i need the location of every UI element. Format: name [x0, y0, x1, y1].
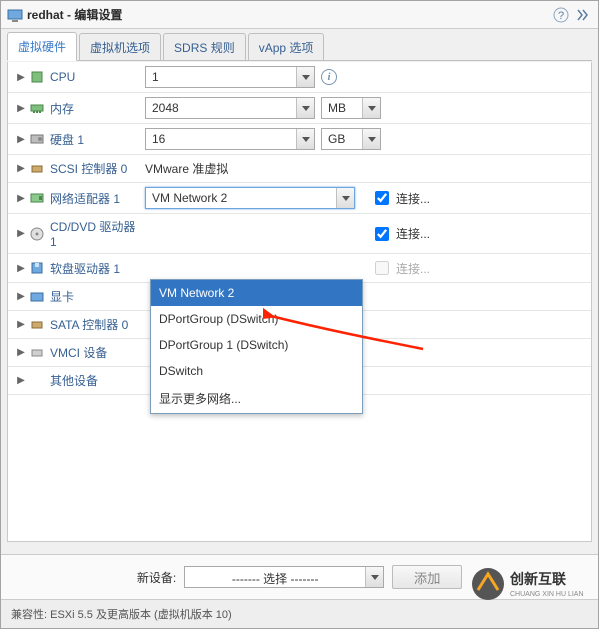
- vmci-label: VMCI 设备: [50, 344, 145, 361]
- disk-size-input[interactable]: 16: [145, 128, 315, 150]
- tab-vapp-options[interactable]: vApp 选项: [248, 33, 325, 61]
- info-icon[interactable]: i: [321, 69, 337, 85]
- cd-icon: [28, 226, 46, 242]
- cd-connect-checkbox[interactable]: 连接...: [371, 224, 430, 244]
- expander[interactable]: ▶: [14, 228, 28, 239]
- row-scsi: ▶ SCSI 控制器 0 VMware 准虚拟: [8, 155, 591, 183]
- compatibility-text: 兼容性: ESXi 5.5 及更高版本 (虚拟机版本 10): [1, 599, 598, 628]
- expander[interactable]: ▶: [14, 163, 28, 174]
- expander[interactable]: ▶: [14, 263, 28, 274]
- row-network: ▶ 网络适配器 1 VM Network 2 连接...: [8, 183, 591, 214]
- tab-vm-options[interactable]: 虚拟机选项: [79, 33, 161, 61]
- dropdown-item[interactable]: DPortGroup 1 (DSwitch): [151, 332, 362, 358]
- expander[interactable]: ▶: [14, 134, 28, 145]
- network-connect-checkbox[interactable]: 连接...: [371, 188, 430, 208]
- scsi-value: VMware 准虚拟: [145, 160, 228, 177]
- memory-icon: [28, 100, 46, 116]
- svg-text:?: ?: [558, 10, 564, 22]
- new-device-row: 新设备: ------- 选择 ------- 添加: [1, 554, 598, 599]
- footer: 新设备: ------- 选择 ------- 添加 兼容性: ESXi 5.5…: [1, 554, 598, 628]
- dropdown-item[interactable]: DPortGroup (DSwitch): [151, 306, 362, 332]
- help-button[interactable]: ?: [552, 6, 570, 24]
- vmci-icon: [28, 345, 46, 361]
- expander[interactable]: ▶: [14, 103, 28, 114]
- tab-sdrs-rules[interactable]: SDRS 规则: [163, 33, 246, 61]
- expander[interactable]: ▶: [14, 375, 28, 386]
- row-cpu: ▶ CPU 1 i: [8, 62, 591, 93]
- disk-icon: [28, 131, 46, 147]
- video-label: 显卡: [50, 288, 145, 305]
- chevron-down-icon[interactable]: [296, 67, 314, 87]
- floppy-connect-checkbox: 连接...: [371, 258, 430, 278]
- floppy-label: 软盘驱动器 1: [50, 260, 145, 277]
- scsi-icon: [28, 161, 46, 177]
- tab-virtual-hardware[interactable]: 虚拟硬件: [7, 32, 77, 61]
- chevron-down-icon[interactable]: [296, 98, 314, 118]
- add-button[interactable]: 添加: [392, 565, 462, 589]
- other-label: 其他设备: [50, 372, 145, 389]
- dropdown-item[interactable]: 显示更多网络...: [151, 384, 362, 413]
- expander[interactable]: ▶: [14, 347, 28, 358]
- new-device-label: 新设备:: [137, 569, 176, 586]
- window-title: redhat - 编辑设置: [27, 6, 122, 23]
- cpu-select[interactable]: 1: [145, 66, 315, 88]
- chevron-down-icon[interactable]: [296, 129, 314, 149]
- memory-unit-select[interactable]: MB: [321, 97, 381, 119]
- memory-input[interactable]: 2048: [145, 97, 315, 119]
- memory-label: 内存: [50, 100, 145, 117]
- expander[interactable]: ▶: [14, 319, 28, 330]
- cpu-icon: [28, 69, 46, 85]
- edit-settings-dialog: redhat - 编辑设置 ? 虚拟硬件 虚拟机选项 SDRS 规则 vApp …: [0, 0, 599, 629]
- vm-icon: [7, 7, 23, 23]
- chevron-down-icon[interactable]: [365, 567, 383, 587]
- expander[interactable]: ▶: [14, 193, 28, 204]
- dropdown-item[interactable]: VM Network 2: [151, 280, 362, 306]
- dropdown-item[interactable]: DSwitch: [151, 358, 362, 384]
- row-memory: ▶ 内存 2048 MB: [8, 93, 591, 124]
- sata-label: SATA 控制器 0: [50, 316, 145, 333]
- disk-unit-select[interactable]: GB: [321, 128, 381, 150]
- expander[interactable]: ▶: [14, 291, 28, 302]
- tab-bar: 虚拟硬件 虚拟机选项 SDRS 规则 vApp 选项: [1, 29, 598, 61]
- row-disk: ▶ 硬盘 1 16 GB: [8, 124, 591, 155]
- floppy-icon: [28, 260, 46, 276]
- nic-icon: [28, 190, 46, 206]
- network-dropdown[interactable]: VM Network 2 DPortGroup (DSwitch) DPortG…: [150, 279, 363, 414]
- cpu-label: CPU: [50, 70, 145, 84]
- video-icon: [28, 289, 46, 305]
- row-cddvd: ▶ CD/DVD 驱动器 1 连接...: [8, 214, 591, 254]
- scsi-label: SCSI 控制器 0: [50, 160, 145, 177]
- disk-label: 硬盘 1: [50, 131, 145, 148]
- sata-icon: [28, 317, 46, 333]
- network-select[interactable]: VM Network 2: [145, 187, 355, 209]
- network-label: 网络适配器 1: [50, 190, 145, 207]
- titlebar: redhat - 编辑设置 ?: [1, 1, 598, 29]
- expander[interactable]: ▶: [14, 72, 28, 83]
- chevron-down-icon[interactable]: [362, 98, 380, 118]
- cddvd-label: CD/DVD 驱动器 1: [50, 218, 145, 249]
- chevron-down-icon[interactable]: [336, 188, 354, 208]
- new-device-select[interactable]: ------- 选择 -------: [184, 566, 384, 588]
- chevron-down-icon[interactable]: [362, 129, 380, 149]
- hardware-panel: ▶ CPU 1 i ▶ 内存 2048: [7, 62, 592, 542]
- expand-button[interactable]: [574, 6, 592, 24]
